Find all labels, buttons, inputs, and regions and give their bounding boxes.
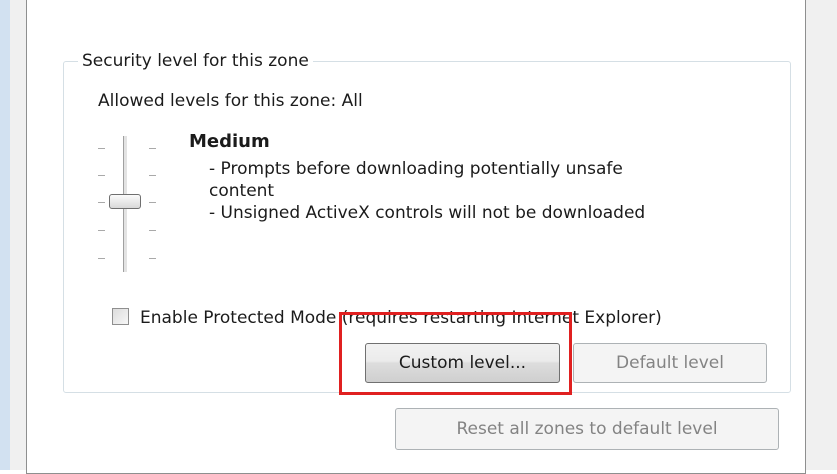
protected-mode-checkbox[interactable] — [112, 308, 129, 325]
slider-thumb[interactable] — [109, 194, 141, 209]
slider-tick — [98, 202, 105, 203]
slider-tick — [98, 148, 105, 149]
slider-tick — [98, 258, 105, 259]
groupbox-title: Security level for this zone — [78, 51, 313, 71]
default-level-button[interactable]: Default level — [573, 343, 767, 383]
security-level-description: - Prompts before downloading potentially… — [209, 158, 729, 224]
slider-tick — [98, 230, 105, 231]
slider-tick — [149, 258, 156, 259]
allowed-levels-label: Allowed levels for this zone: All — [98, 91, 363, 111]
slider-tick — [98, 175, 105, 176]
security-level-name: Medium — [189, 131, 270, 152]
slider-tick — [149, 148, 156, 149]
slider-tick — [149, 230, 156, 231]
slider-tick — [149, 202, 156, 203]
security-level-slider[interactable] — [92, 130, 164, 276]
reset-all-zones-button[interactable]: Reset all zones to default level — [395, 408, 779, 450]
highlight-box — [339, 312, 572, 395]
slider-tick — [149, 175, 156, 176]
level-desc-line: - Unsigned ActiveX controls will not be … — [209, 203, 646, 223]
level-desc-line: - Prompts before downloading potentially… — [209, 159, 623, 179]
window-edge — [0, 0, 10, 470]
level-desc-line-cont: content — [209, 181, 275, 201]
